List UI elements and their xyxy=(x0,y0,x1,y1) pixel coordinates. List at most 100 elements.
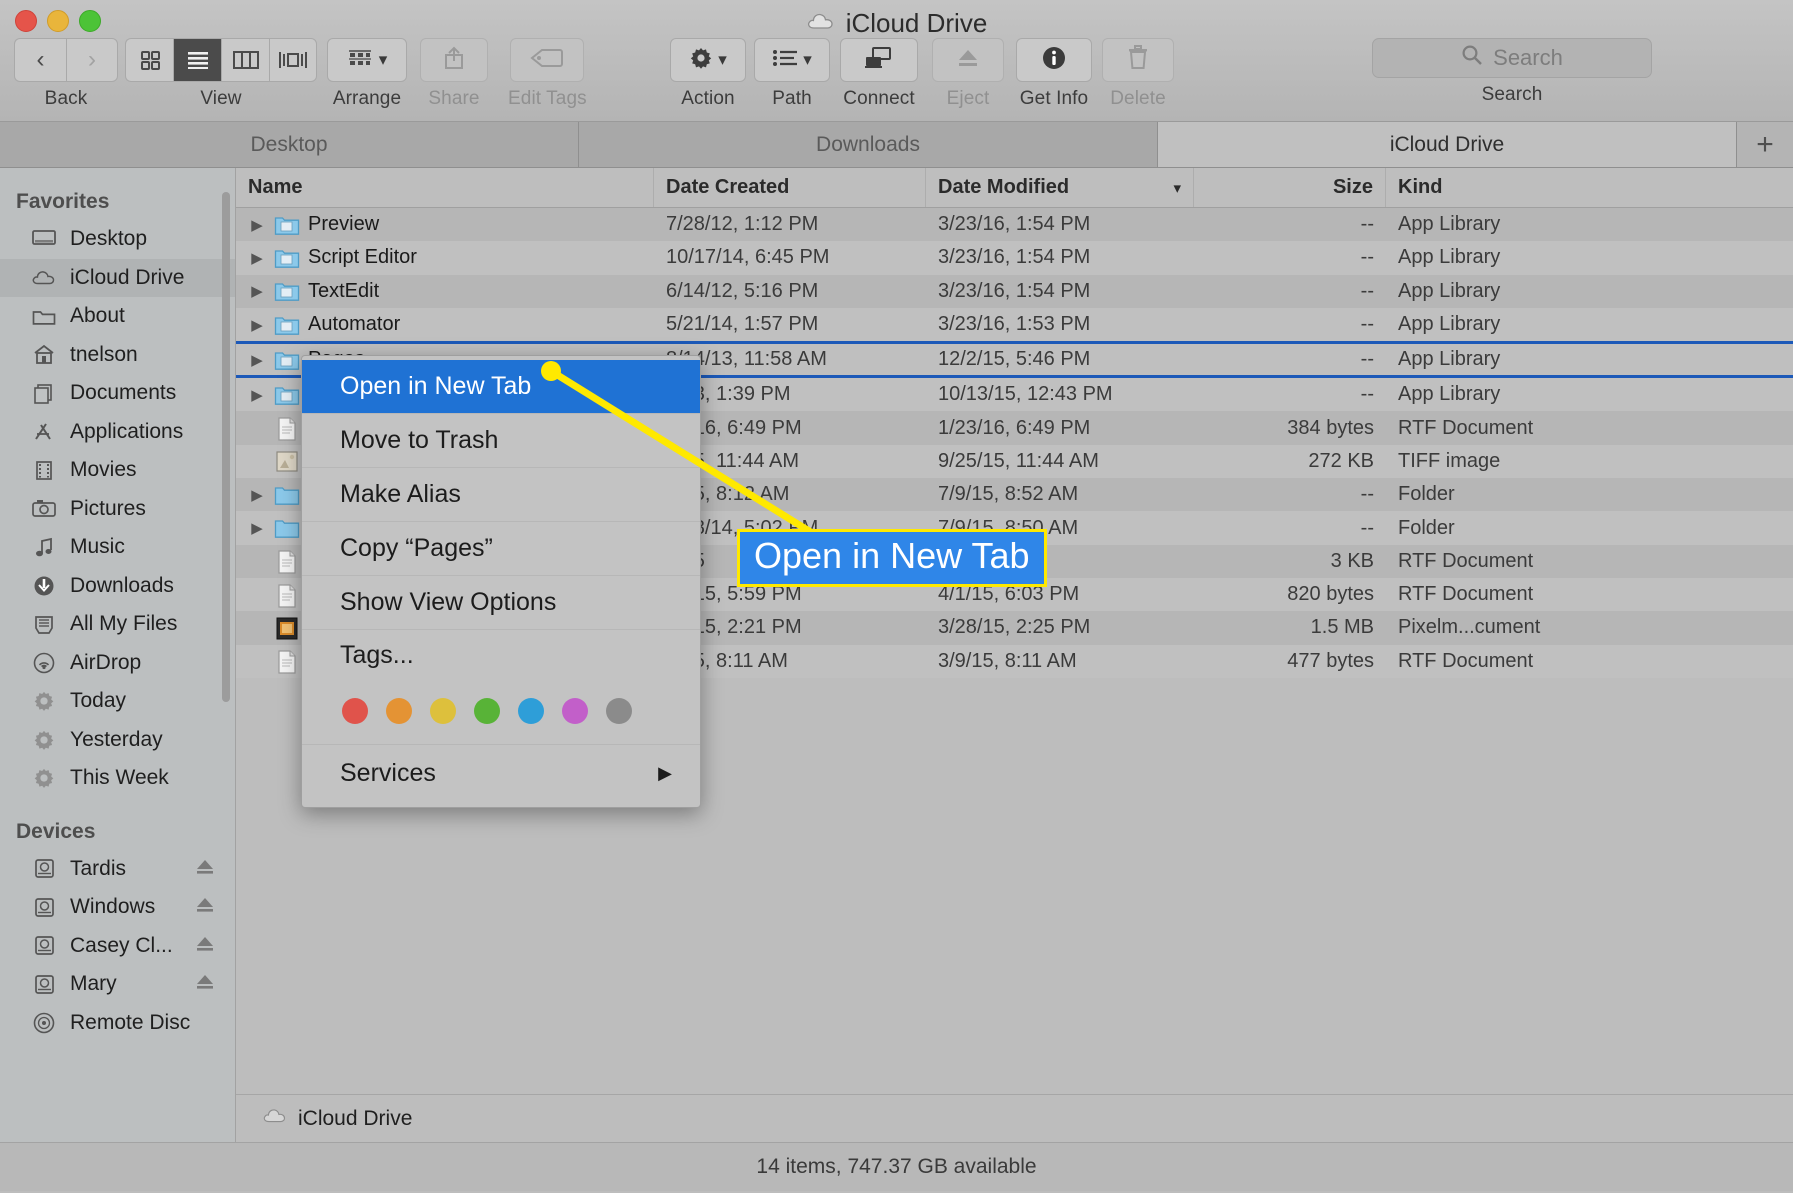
disclosure-triangle-icon[interactable]: ▶ xyxy=(248,216,266,234)
path-button[interactable]: ▾ xyxy=(754,38,830,82)
table-row[interactable]: ▶ Preview 7/28/12, 1:12 PM 3/23/16, 1:54 PM… xyxy=(236,208,1793,242)
delete-button[interactable] xyxy=(1102,38,1174,82)
tag-color-dot-1[interactable] xyxy=(386,698,412,724)
column-header-kind[interactable]: Kind xyxy=(1386,168,1793,207)
eject-icon[interactable] xyxy=(195,896,215,918)
edit-tags-button[interactable] xyxy=(510,38,585,82)
view-mode-segmented[interactable] xyxy=(125,38,317,82)
sidebar-item-icloud-drive[interactable]: iCloud Drive xyxy=(0,258,235,297)
size-cell: 477 bytes xyxy=(1287,649,1374,672)
get-info-button[interactable] xyxy=(1016,38,1092,82)
triangle-right-icon: ▶ xyxy=(658,762,672,783)
airdrop-icon xyxy=(30,652,58,674)
disclosure-triangle-icon[interactable]: ▶ xyxy=(248,282,266,300)
eject-icon[interactable] xyxy=(195,973,215,995)
sidebar-item-yesterday[interactable]: Yesterday xyxy=(0,721,235,760)
disclosure-triangle-icon[interactable]: ▶ xyxy=(248,486,266,504)
tag-color-dot-6[interactable] xyxy=(606,698,632,724)
list-view-icon[interactable] xyxy=(173,38,221,82)
sidebar-item-desktop[interactable]: Desktop xyxy=(0,220,235,259)
table-row[interactable]: ▶ Automator 5/21/14, 1:57 PM 3/23/16, 1:53 … xyxy=(236,307,1793,342)
callout-text: Open in New Tab xyxy=(754,535,1030,576)
sidebar-item-downloads[interactable]: Downloads xyxy=(0,567,235,606)
size-cell: -- xyxy=(1360,213,1374,236)
disclosure-triangle-icon[interactable]: ▶ xyxy=(248,316,266,334)
icon-view-icon[interactable] xyxy=(125,38,173,82)
delete-label: Delete xyxy=(1110,88,1166,109)
tag-color-dot-3[interactable] xyxy=(474,698,500,724)
sidebar-item-label: Pictures xyxy=(70,496,146,520)
status-bar: 14 items, 747.37 GB available xyxy=(0,1142,1793,1191)
disclosure-triangle-icon[interactable]: ▶ xyxy=(248,386,266,404)
back-button[interactable]: ‹ xyxy=(14,38,66,82)
chevron-down-icon: ▾ xyxy=(378,50,388,69)
get-info-group: Get Info xyxy=(1016,38,1092,110)
disclosure-triangle-icon[interactable]: ▶ xyxy=(248,519,266,537)
cover-flow-icon[interactable] xyxy=(269,38,317,82)
sidebar-item-tardis[interactable]: Tardis xyxy=(0,850,235,889)
tag-color-dot-4[interactable] xyxy=(518,698,544,724)
context-menu-item-make-alias[interactable]: Make Alias xyxy=(302,468,700,522)
new-tab-button[interactable]: + xyxy=(1737,122,1793,167)
sidebar-item-mary[interactable]: Mary xyxy=(0,965,235,1004)
size-cell: 3 KB xyxy=(1330,549,1374,572)
date-created-cell: 10/17/14, 6:45 PM xyxy=(666,246,830,269)
hard-drive-icon xyxy=(30,935,58,956)
column-label: Name xyxy=(248,176,303,198)
forward-button[interactable]: › xyxy=(66,38,118,82)
sidebar-item-about[interactable]: About xyxy=(0,297,235,336)
context-menu-item-show-view-options[interactable]: Show View Options xyxy=(302,576,700,630)
sidebar-item-casey-cl[interactable]: Casey Cl... xyxy=(0,927,235,966)
tag-color-dot-2[interactable] xyxy=(430,698,456,724)
column-header-name[interactable]: Name xyxy=(236,168,654,207)
arrange-button[interactable]: ▾ xyxy=(327,38,407,82)
sidebar-item-music[interactable]: Music xyxy=(0,528,235,567)
trash-icon xyxy=(1127,44,1149,76)
eject-icon[interactable] xyxy=(195,858,215,880)
sidebar-item-documents[interactable]: Documents xyxy=(0,374,235,413)
sidebar-item-airdrop[interactable]: AirDrop xyxy=(0,644,235,683)
disclosure-triangle-icon[interactable]: ▶ xyxy=(248,351,266,369)
connect-button[interactable] xyxy=(840,38,918,82)
context-menu-item-tags[interactable]: Tags... xyxy=(302,630,700,680)
context-menu-item-copy[interactable]: Copy “Pages” xyxy=(302,522,700,576)
column-header-size[interactable]: Size xyxy=(1194,168,1386,207)
tab-desktop[interactable]: Desktop xyxy=(0,122,579,167)
arrange-label: Arrange xyxy=(332,88,402,109)
sidebar-item-applications[interactable]: Applications xyxy=(0,413,235,452)
tab-icloud-drive[interactable]: iCloud Drive xyxy=(1158,122,1737,167)
sidebar-item-label: Applications xyxy=(70,419,184,443)
path-bar-label[interactable]: iCloud Drive xyxy=(298,1107,412,1131)
tab-downloads[interactable]: Downloads xyxy=(579,122,1158,167)
column-view-icon[interactable] xyxy=(221,38,269,82)
context-menu-label: Tags... xyxy=(340,640,414,669)
table-row[interactable]: ▶ TextEdit 6/14/12, 5:16 PM 3/23/16, 1:54 P… xyxy=(236,274,1793,308)
context-menu-item-open-in-new-tab[interactable]: Open in New Tab xyxy=(302,360,700,414)
action-button[interactable]: ▾ xyxy=(670,38,746,82)
image-icon xyxy=(274,450,300,473)
sidebar-item-remote-disc[interactable]: Remote Disc xyxy=(0,1004,235,1043)
context-menu-item-move-to-trash[interactable]: Move to Trash xyxy=(302,414,700,468)
context-menu-item-services[interactable]: Services ▶ xyxy=(302,745,700,801)
share-button[interactable] xyxy=(420,38,488,82)
column-header-date-created[interactable]: Date Created xyxy=(654,168,926,207)
sidebar-item-pictures[interactable]: Pictures xyxy=(0,490,235,529)
sidebar-item-movies[interactable]: Movies xyxy=(0,451,235,490)
context-menu-label: Open in New Tab xyxy=(340,372,532,400)
callout-label: Open in New Tab xyxy=(737,529,1047,587)
sidebar-item-windows[interactable]: Windows xyxy=(0,888,235,927)
sidebar-item-all-my-files[interactable]: All My Files xyxy=(0,605,235,644)
tag-color-dot-0[interactable] xyxy=(342,698,368,724)
sidebar-item-this-week[interactable]: This Week xyxy=(0,759,235,798)
tag-color-dot-5[interactable] xyxy=(562,698,588,724)
table-row[interactable]: ▶ Script Editor 10/17/14, 6:45 PM 3/23/16, … xyxy=(236,241,1793,275)
eject-button[interactable] xyxy=(932,38,1004,82)
column-header-date-modified[interactable]: Date Modified ▾ xyxy=(926,168,1194,207)
connect-group: Connect xyxy=(840,38,918,110)
sidebar-scrollbar[interactable] xyxy=(222,192,230,702)
disclosure-triangle-icon[interactable]: ▶ xyxy=(248,249,266,267)
search-input[interactable]: Search xyxy=(1372,38,1652,78)
sidebar-item-tnelson[interactable]: tnelson xyxy=(0,336,235,375)
sidebar-item-today[interactable]: Today xyxy=(0,682,235,721)
eject-icon[interactable] xyxy=(195,935,215,957)
